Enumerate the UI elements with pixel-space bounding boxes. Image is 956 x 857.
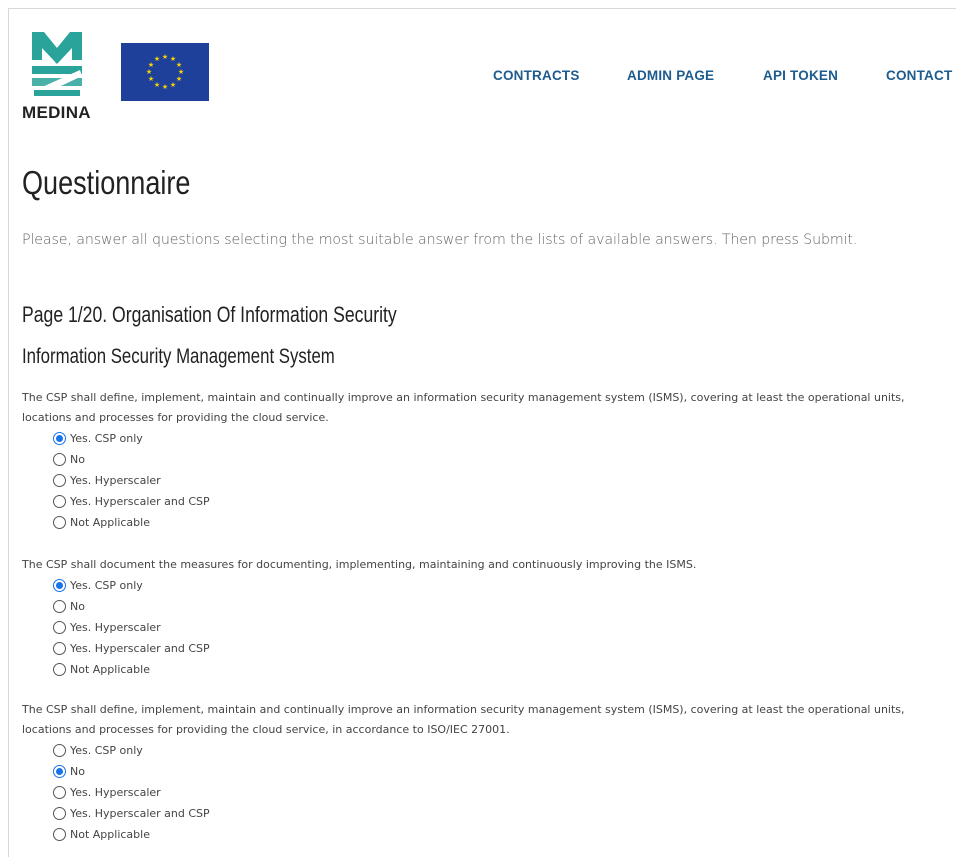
option-label: Yes. Hyperscaler (70, 621, 161, 634)
option-label: Yes. Hyperscaler and CSP (70, 495, 210, 508)
option-yes-hyperscaler[interactable]: Yes. Hyperscaler (53, 782, 952, 803)
main-nav: CONTRACTS ADMIN PAGE API TOKEN CONTACT (0, 68, 956, 84)
radio-button[interactable] (53, 744, 66, 757)
answer-options: Yes. CSP only No Yes. Hyperscaler Yes. H… (53, 740, 952, 845)
radio-button[interactable] (53, 474, 66, 487)
option-yes-hyperscaler[interactable]: Yes. Hyperscaler (53, 617, 952, 638)
logo-text: MEDINA (22, 103, 91, 122)
question-text-line: locations and processes for providing th… (22, 411, 329, 424)
option-not-applicable[interactable]: Not Applicable (53, 824, 952, 845)
page-heading: Page 1/20. Organisation Of Information S… (22, 302, 397, 327)
option-no[interactable]: No (53, 596, 952, 617)
medina-logo-icon (32, 32, 82, 96)
answer-options: Yes. CSP only No Yes. Hyperscaler Yes. H… (53, 575, 952, 680)
option-label: No (70, 765, 85, 778)
option-label: Yes. CSP only (70, 579, 143, 592)
frame-border-top (8, 8, 956, 9)
option-yes-csp-only[interactable]: Yes. CSP only (53, 740, 952, 761)
svg-text:★: ★ (162, 53, 168, 61)
radio-button[interactable] (53, 765, 66, 778)
option-yes-csp-only[interactable]: Yes. CSP only (53, 428, 952, 449)
section-heading: Information Security Management System (22, 345, 335, 368)
radio-button[interactable] (53, 642, 66, 655)
question-3: The CSP shall define, implement, maintai… (22, 700, 952, 845)
radio-button[interactable] (53, 663, 66, 676)
radio-button[interactable] (53, 453, 66, 466)
option-no[interactable]: No (53, 761, 952, 782)
option-no[interactable]: No (53, 449, 952, 470)
option-yes-hyperscaler-and-csp[interactable]: Yes. Hyperscaler and CSP (53, 803, 952, 824)
question-text-line: The CSP shall define, implement, maintai… (22, 391, 905, 404)
question-text-line: The CSP shall document the measures for … (22, 558, 697, 571)
answer-options: Yes. CSP only No Yes. Hyperscaler Yes. H… (53, 428, 952, 533)
option-not-applicable[interactable]: Not Applicable (53, 659, 952, 680)
option-label: Yes. CSP only (70, 744, 143, 757)
radio-button[interactable] (53, 786, 66, 799)
nav-contact[interactable]: CONTACT (886, 68, 952, 83)
radio-button[interactable] (53, 807, 66, 820)
radio-button[interactable] (53, 579, 66, 592)
question-text-line: The CSP shall define, implement, maintai… (22, 703, 905, 716)
svg-text:★: ★ (154, 55, 160, 63)
option-yes-hyperscaler[interactable]: Yes. Hyperscaler (53, 470, 952, 491)
radio-button[interactable] (53, 516, 66, 529)
radio-button[interactable] (53, 828, 66, 841)
frame-border-left (8, 8, 9, 857)
radio-button[interactable] (53, 600, 66, 613)
option-not-applicable[interactable]: Not Applicable (53, 512, 952, 533)
nav-api-token[interactable]: API TOKEN (763, 68, 838, 83)
option-yes-hyperscaler-and-csp[interactable]: Yes. Hyperscaler and CSP (53, 491, 952, 512)
radio-button[interactable] (53, 621, 66, 634)
radio-button[interactable] (53, 495, 66, 508)
nav-contracts[interactable]: CONTRACTS (493, 68, 580, 83)
question-2: The CSP shall document the measures for … (22, 555, 952, 680)
option-label: Yes. Hyperscaler and CSP (70, 807, 210, 820)
option-label: Yes. Hyperscaler and CSP (70, 642, 210, 655)
option-label: Not Applicable (70, 663, 150, 676)
option-label: Yes. CSP only (70, 432, 143, 445)
option-yes-hyperscaler-and-csp[interactable]: Yes. Hyperscaler and CSP (53, 638, 952, 659)
intro-text: Please, answer all questions selecting t… (22, 232, 858, 248)
option-label: Not Applicable (70, 828, 150, 841)
option-label: Not Applicable (70, 516, 150, 529)
page-title: Questionnaire (22, 164, 191, 201)
radio-button[interactable] (53, 432, 66, 445)
option-label: No (70, 453, 85, 466)
question-1: The CSP shall define, implement, maintai… (22, 388, 952, 533)
option-label: No (70, 600, 85, 613)
option-yes-csp-only[interactable]: Yes. CSP only (53, 575, 952, 596)
question-text-line: locations and processes for providing th… (22, 723, 510, 736)
option-label: Yes. Hyperscaler (70, 786, 161, 799)
option-label: Yes. Hyperscaler (70, 474, 161, 487)
nav-admin-page[interactable]: ADMIN PAGE (627, 68, 714, 83)
svg-text:★: ★ (162, 83, 168, 91)
